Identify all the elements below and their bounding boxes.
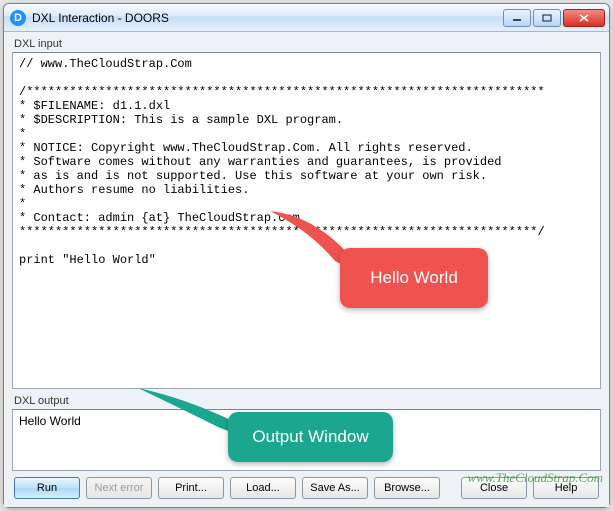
window-controls: [503, 9, 605, 27]
titlebar[interactable]: D DXL Interaction - DOORS: [4, 4, 609, 32]
callout-hello-world: Hello World: [340, 248, 488, 308]
watermark: www.TheCloudStrap.Com: [467, 470, 603, 486]
minimize-icon: [512, 14, 522, 22]
output-label: DXL output: [14, 395, 601, 407]
app-icon: D: [10, 10, 26, 26]
window-title: DXL Interaction - DOORS: [32, 11, 503, 25]
maximize-icon: [542, 14, 552, 22]
close-icon: [579, 14, 589, 22]
next-error-button: Next error: [86, 477, 152, 499]
close-button[interactable]: [563, 9, 605, 27]
load-button[interactable]: Load...: [230, 477, 296, 499]
callout-output-window: Output Window: [228, 412, 393, 462]
input-label: DXL input: [14, 38, 601, 50]
minimize-button[interactable]: [503, 9, 531, 27]
save-as-button[interactable]: Save As...: [302, 477, 368, 499]
print-button[interactable]: Print...: [158, 477, 224, 499]
browse-button[interactable]: Browse...: [374, 477, 440, 499]
maximize-button[interactable]: [533, 9, 561, 27]
run-button[interactable]: Run: [14, 477, 80, 499]
